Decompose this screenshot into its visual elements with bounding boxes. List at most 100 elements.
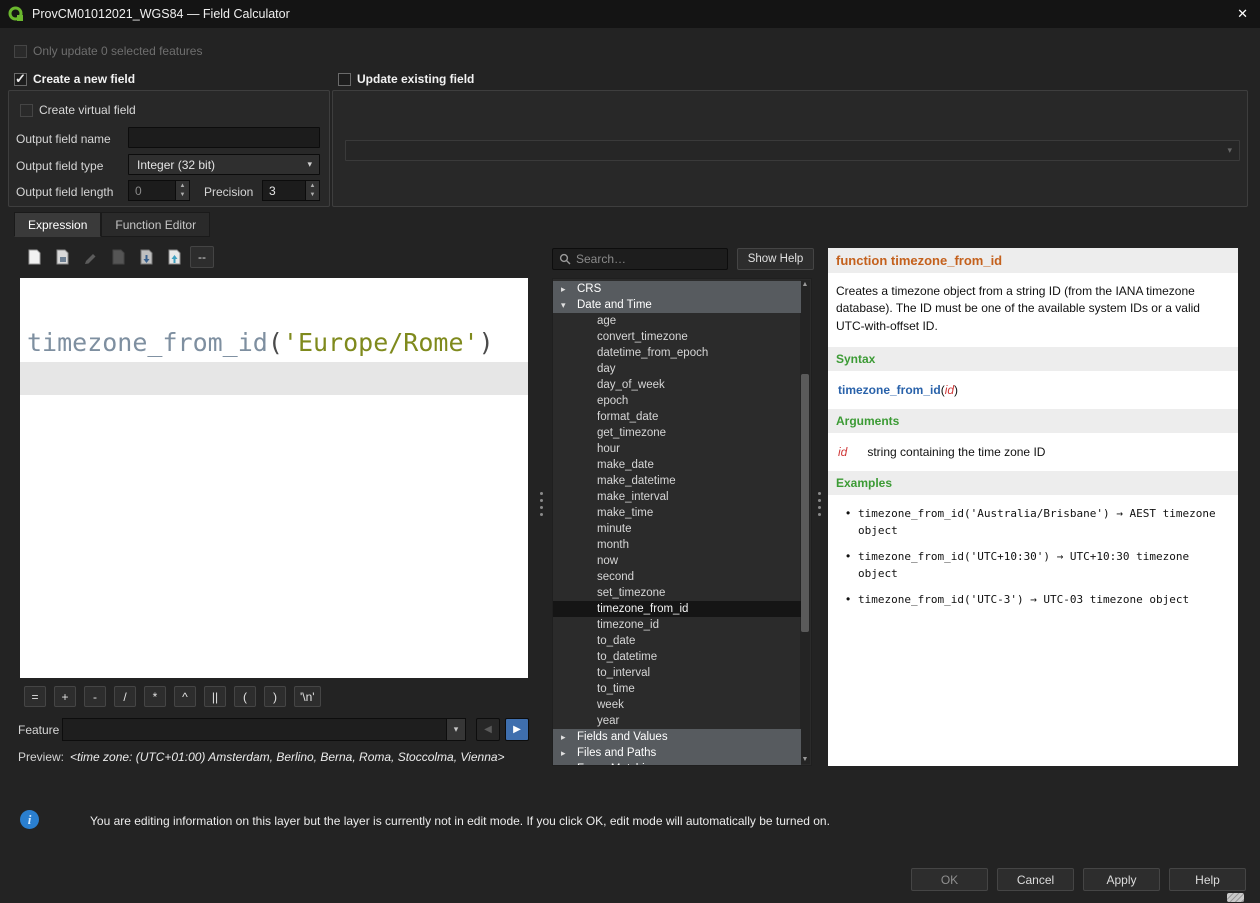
operator-button-/[interactable]: / — [114, 686, 136, 707]
clear-expression-button[interactable] — [22, 246, 46, 268]
tree-item-epoch[interactable]: epoch — [553, 393, 801, 409]
tree-item-to_datetime[interactable]: to_datetime — [553, 649, 801, 665]
spin-down-icon[interactable]: ▼ — [176, 191, 189, 201]
operator-button-=[interactable]: = — [24, 686, 46, 707]
operator-button-([interactable]: ( — [234, 686, 256, 707]
scroll-down-icon[interactable]: ▼ — [800, 756, 810, 763]
resize-grip[interactable] — [1227, 893, 1244, 902]
spinner-arrows[interactable]: ▲▼ — [175, 181, 189, 200]
update-existing-field-label: Update existing field — [357, 72, 474, 86]
tree-group-Fields and Values[interactable]: ▸Fields and Values — [553, 729, 801, 745]
tree-item-year[interactable]: year — [553, 713, 801, 729]
precision-spinner[interactable]: 3 ▲▼ — [262, 180, 320, 201]
create-virtual-field-checkbox[interactable]: Create virtual field — [20, 103, 136, 117]
operator-button-)[interactable]: ) — [264, 686, 286, 707]
tree-group-Date and Time[interactable]: ▾Date and Time — [553, 297, 801, 313]
tree-label: month — [597, 539, 629, 551]
tree-item-datetime_from_epoch[interactable]: datetime_from_epoch — [553, 345, 801, 361]
argument-description: string containing the time zone ID — [867, 445, 1045, 459]
tree-item-to_interval[interactable]: to_interval — [553, 665, 801, 681]
chevron-down-icon[interactable]: ▾ — [446, 719, 465, 740]
operator-button-*[interactable]: * — [144, 686, 166, 707]
tree-item-minute[interactable]: minute — [553, 521, 801, 537]
tree-label: Files and Paths — [577, 747, 656, 759]
operator-button--[interactable]: - — [84, 686, 106, 707]
tree-item-get_timezone[interactable]: get_timezone — [553, 425, 801, 441]
output-field-name-input[interactable] — [128, 127, 320, 148]
help-button[interactable]: Help — [1169, 868, 1246, 891]
tree-item-to_time[interactable]: to_time — [553, 681, 801, 697]
tree-label: Date and Time — [577, 299, 652, 311]
tree-item-timezone_from_id[interactable]: timezone_from_id — [553, 601, 801, 617]
operator-button-^[interactable]: ^ — [174, 686, 196, 707]
update-existing-field-checkbox[interactable]: Update existing field — [338, 72, 474, 86]
scroll-up-icon[interactable]: ▲ — [800, 281, 810, 288]
expression-string: 'Europe/Rome' — [283, 328, 479, 357]
tree-group-Fuzzy Matching[interactable]: ▸Fuzzy Matching — [553, 761, 801, 766]
expression-editor[interactable]: timezone_from_id('Europe/Rome') — [20, 278, 528, 678]
function-search[interactable] — [552, 248, 728, 270]
import-expressions-button[interactable] — [162, 246, 186, 268]
tree-item-hour[interactable]: hour — [553, 441, 801, 457]
tree-label: day — [597, 363, 616, 375]
save-expression-button[interactable] — [50, 246, 74, 268]
operator-button-'\n'[interactable]: '\n' — [294, 686, 321, 707]
cancel-button[interactable]: Cancel — [997, 868, 1074, 891]
output-field-length-spinner[interactable]: 0 ▲▼ — [128, 180, 190, 201]
tree-item-day[interactable]: day — [553, 361, 801, 377]
tree-item-make_datetime[interactable]: make_datetime — [553, 473, 801, 489]
spin-up-icon[interactable]: ▲ — [306, 181, 319, 191]
show-help-button[interactable]: Show Help — [737, 248, 814, 270]
tree-group-CRS[interactable]: ▸CRS — [553, 281, 801, 297]
delete-expression-button[interactable] — [106, 246, 130, 268]
tab-expression[interactable]: Expression — [14, 212, 101, 237]
existing-field-dropdown[interactable]: ▾ — [345, 140, 1240, 161]
tree-item-set_timezone[interactable]: set_timezone — [553, 585, 801, 601]
edit-expression-button[interactable] — [78, 246, 102, 268]
function-tree[interactable]: ▲ ▼ ▸CRS▾Date and Timeageconvert_timezon… — [552, 278, 812, 766]
scrollbar-thumb[interactable] — [801, 374, 809, 632]
spin-up-icon[interactable]: ▲ — [176, 181, 189, 191]
apply-button[interactable]: Apply — [1083, 868, 1160, 891]
splitter-handle-left[interactable] — [540, 492, 543, 495]
search-icon — [559, 253, 571, 265]
close-icon[interactable]: ✕ — [1237, 6, 1248, 22]
tree-item-to_date[interactable]: to_date — [553, 633, 801, 649]
output-field-length-label: Output field length — [16, 185, 113, 199]
tree-item-age[interactable]: age — [553, 313, 801, 329]
search-input[interactable] — [576, 252, 721, 266]
operator-button-+[interactable]: + — [54, 686, 76, 707]
tree-item-week[interactable]: week — [553, 697, 801, 713]
feature-dropdown[interactable]: ▾ — [62, 718, 466, 741]
tab-function-editor[interactable]: Function Editor — [101, 212, 210, 237]
tree-label: minute — [597, 523, 632, 535]
tree-item-format_date[interactable]: format_date — [553, 409, 801, 425]
ok-button[interactable]: OK — [911, 868, 988, 891]
tree-item-timezone_id[interactable]: timezone_id — [553, 617, 801, 633]
previous-feature-button[interactable]: ◀ — [476, 718, 500, 741]
tree-label: to_time — [597, 683, 635, 695]
tree-label: to_datetime — [597, 651, 657, 663]
spinner-arrows[interactable]: ▲▼ — [305, 181, 319, 200]
create-new-field-checkbox[interactable]: Create a new field — [14, 72, 135, 86]
spin-down-icon[interactable]: ▼ — [306, 191, 319, 201]
tree-item-second[interactable]: second — [553, 569, 801, 585]
tree-item-make_interval[interactable]: make_interval — [553, 489, 801, 505]
operator-button-||[interactable]: || — [204, 686, 226, 707]
tree-item-make_time[interactable]: make_time — [553, 505, 801, 521]
only-update-selected-checkbox[interactable]: Only update 0 selected features — [14, 44, 202, 58]
tree-group-Files and Paths[interactable]: ▸Files and Paths — [553, 745, 801, 761]
splitter-handle-right[interactable] — [818, 492, 821, 495]
tree-item-convert_timezone[interactable]: convert_timezone — [553, 329, 801, 345]
tree-label: datetime_from_epoch — [597, 347, 708, 359]
tree-item-make_date[interactable]: make_date — [553, 457, 801, 473]
export-expressions-button[interactable] — [134, 246, 158, 268]
tree-item-day_of_week[interactable]: day_of_week — [553, 377, 801, 393]
next-feature-button[interactable]: ▶ — [505, 718, 529, 741]
comment-button[interactable]: -- — [190, 246, 214, 268]
examples-header: Examples — [828, 471, 1238, 495]
tree-scrollbar[interactable]: ▲ ▼ — [800, 280, 810, 764]
output-field-type-dropdown[interactable]: Integer (32 bit) ▾ — [128, 154, 320, 175]
tree-item-month[interactable]: month — [553, 537, 801, 553]
tree-item-now[interactable]: now — [553, 553, 801, 569]
